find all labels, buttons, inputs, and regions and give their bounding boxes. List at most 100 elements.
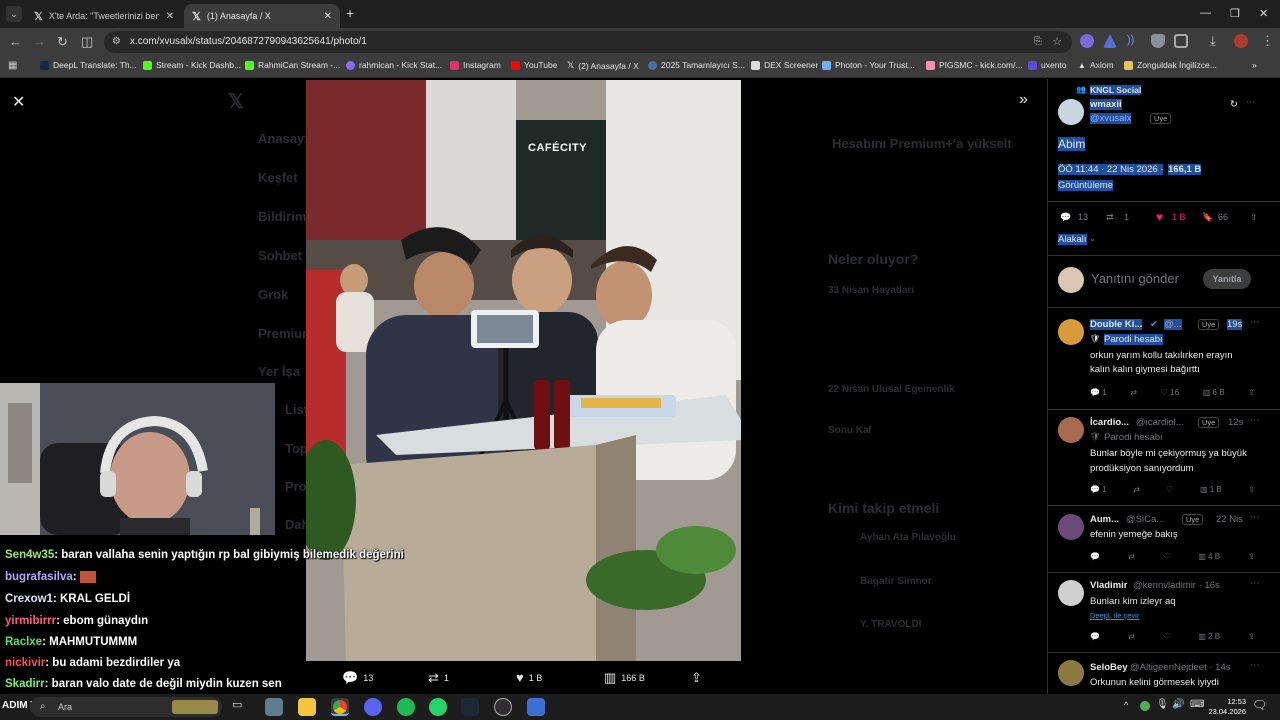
bookmark-star-icon[interactable]: ☆ [1052, 31, 1062, 53]
views-stat[interactable]: ▥ 166 B [604, 670, 645, 686]
bookmark-youtube[interactable]: YouTube [511, 60, 557, 70]
volume-icon[interactable]: 🔊 [1172, 699, 1184, 710]
reply-author-handle[interactable]: @... [1164, 319, 1182, 330]
reply-avatar[interactable] [1058, 319, 1084, 345]
more-options-icon[interactable]: ⋯ [1250, 512, 1260, 523]
reply-icon[interactable]: 💬 1 [1090, 485, 1107, 494]
forward-icon[interactable]: → [33, 34, 46, 49]
tray-chevron-icon[interactable]: ^ [1124, 700, 1128, 710]
tab-list-button[interactable]: ⌄ [6, 6, 22, 22]
grok-icon[interactable]: ↻ [1230, 99, 1238, 110]
bookmark-rahmican-stats[interactable]: rahmican - Kick Stat... [346, 60, 442, 70]
bookmark-zonguldak[interactable]: Zonguldak İngilizce... [1124, 60, 1217, 70]
reply-author-handle[interactable]: @kennvladimir · 16s [1133, 580, 1220, 591]
close-tab-icon[interactable]: ✕ [324, 11, 332, 22]
author-name[interactable]: wmaxii [1090, 99, 1122, 110]
like-action[interactable]: ♥ 1 B [516, 670, 542, 685]
reply-icon[interactable]: 💬 [1060, 212, 1071, 223]
app-icon[interactable] [527, 698, 545, 716]
heart-icon[interactable]: ♡ [1163, 632, 1170, 641]
reply-input[interactable]: Yanıtını gönder [1091, 271, 1179, 286]
collapse-panel-icon[interactable]: » [1019, 91, 1028, 109]
bookmark-x-anasayfa[interactable]: 𝕏 (2) Anasayfa / X [567, 60, 639, 71]
reply-icon[interactable]: 💬 [1090, 552, 1100, 561]
views-icon[interactable]: ▥ 4 B [1198, 552, 1220, 561]
extension-2-icon[interactable] [1103, 34, 1117, 48]
file-explorer-icon[interactable] [298, 698, 316, 716]
repost-icon[interactable]: ⇄ [1130, 388, 1137, 397]
share-icon[interactable]: ⇪ [1248, 485, 1255, 494]
extensions-icon[interactable] [1175, 34, 1189, 48]
share-icon[interactable]: ⇪ [1250, 212, 1258, 223]
heart-icon[interactable]: ♥ [1156, 210, 1163, 224]
author-avatar[interactable] [1058, 99, 1084, 125]
back-icon[interactable]: ← [9, 34, 22, 49]
reply-author-handle[interactable]: @AltigeenNejdeet · 14s [1130, 662, 1230, 673]
reply-author-name[interactable]: SeloBey [1090, 662, 1128, 673]
bookmark-rahmican-stream[interactable]: RahmiCan Stream -... [245, 60, 340, 70]
translate-link[interactable]: DeepL ile çevir [1090, 611, 1139, 620]
more-options-icon[interactable]: ⋯ [1246, 97, 1256, 108]
obs-icon[interactable] [494, 698, 512, 716]
heart-icon[interactable]: ♡ [1166, 485, 1173, 494]
profile-avatar[interactable] [1234, 34, 1248, 48]
share-icon[interactable]: ⇪ [1248, 388, 1255, 397]
close-tab-icon[interactable]: ✕ [166, 11, 174, 22]
reply-avatar[interactable] [1058, 660, 1084, 686]
reply-time[interactable]: 22 Nis [1216, 514, 1243, 525]
install-icon[interactable]: ⎘ [1034, 31, 1042, 53]
tab-anasayfa[interactable]: 𝕏 (1) Anasayfa / X ✕ [184, 4, 340, 28]
bookmark-deepl[interactable]: DeepL Translate: Th... [40, 60, 137, 70]
discord-icon[interactable] [364, 698, 382, 716]
reply-author-handle[interactable]: @SiCa... [1126, 514, 1164, 525]
heart-icon[interactable]: ♡ 16 [1161, 388, 1179, 397]
post-timestamp[interactable]: ÖÖ 11:44 · 22 Nis 2026 · [1058, 164, 1164, 175]
close-window-icon[interactable]: ✕ [1259, 7, 1268, 20]
tab-arda[interactable]: 𝕏 X'te Arda: "Tweetlerinizi ben sil ✕ [26, 4, 182, 28]
chrome-icon[interactable] [331, 698, 349, 716]
close-photo-icon[interactable]: ✕ [12, 92, 25, 112]
extension-3-icon[interactable]: )) [1127, 34, 1141, 48]
reply-icon[interactable]: 💬 1 [1090, 388, 1107, 397]
views-icon[interactable]: ▥ 2 B [1198, 632, 1220, 641]
clock[interactable]: 12:53 23.04.2026 [1196, 697, 1246, 717]
spotify-icon[interactable] [397, 698, 415, 716]
address-bar[interactable]: ⚙ x.com/xvusalx/status/20468727909436256… [104, 31, 1072, 53]
extension-1-icon[interactable] [1080, 34, 1094, 48]
repost-icon[interactable]: ⇄ [1133, 485, 1140, 494]
split-view-icon[interactable]: ◫ [81, 34, 93, 50]
share-icon[interactable]: ⇪ [1248, 632, 1255, 641]
reply-author-name[interactable]: İcardio... [1090, 417, 1129, 428]
reply-icon[interactable]: 💬 [1090, 632, 1100, 641]
heart-icon[interactable]: ♡ [1163, 552, 1170, 561]
repost-action[interactable]: ⇄ 1 [428, 670, 449, 686]
new-tab-button[interactable]: + [346, 5, 354, 21]
more-options-icon[interactable]: ⋯ [1250, 317, 1260, 328]
bookmark-dex-screener[interactable]: DEX Screener [751, 60, 818, 70]
steam-icon[interactable] [461, 698, 479, 716]
download-icon[interactable]: ⤓ [1210, 33, 1216, 49]
task-view-icon[interactable]: ▭ [232, 698, 250, 716]
reply-avatar[interactable] [1058, 580, 1084, 606]
reply-avatar[interactable] [1058, 417, 1084, 443]
notifications-icon[interactable]: 🗨 [1252, 698, 1267, 712]
reply-author-name[interactable]: Vladimir [1090, 580, 1128, 591]
share-icon[interactable]: ⇪ [1248, 552, 1255, 561]
menu-icon[interactable]: ⋮ [1261, 33, 1274, 49]
more-options-icon[interactable]: ⋯ [1250, 415, 1260, 426]
more-options-icon[interactable]: ⋯ [1250, 578, 1260, 589]
more-options-icon[interactable]: ⋯ [1250, 660, 1260, 671]
reply-author-name[interactable]: Aum... [1090, 514, 1119, 525]
more-bookmarks-icon[interactable]: » [1252, 60, 1257, 70]
reply-author-handle[interactable]: @icardiol... [1136, 417, 1184, 428]
bookmark-kick-dashboard[interactable]: Stream - Kick Dashb... [143, 60, 241, 70]
bookmark-axiom[interactable]: ▲ Axiom [1078, 60, 1114, 70]
whatsapp-icon[interactable] [429, 698, 447, 716]
views-icon[interactable]: ▥ 1 B [1200, 485, 1222, 494]
widgets-icon[interactable] [265, 698, 283, 716]
repost-icon[interactable]: ⇄ [1128, 632, 1135, 641]
bookmark-uxento[interactable]: uxento [1028, 60, 1067, 70]
bookmark-icon[interactable]: 🔖 [1202, 212, 1213, 223]
reload-icon[interactable]: ↻ [57, 34, 68, 50]
repost-icon[interactable]: ⇄ [1106, 212, 1114, 223]
